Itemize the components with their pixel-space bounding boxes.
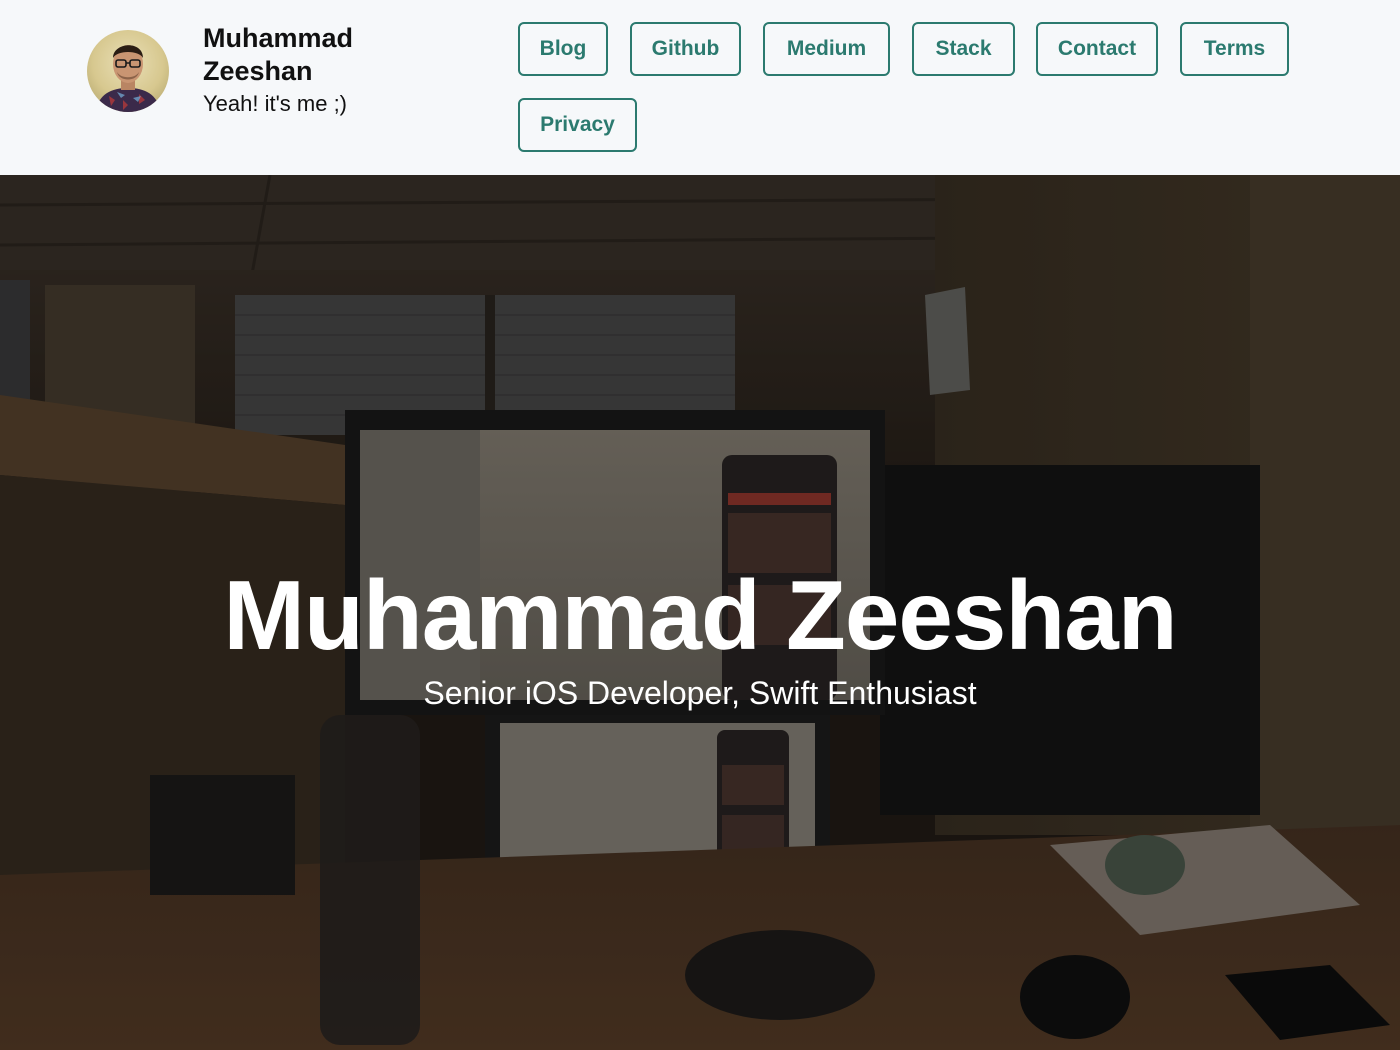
nav-privacy-button[interactable]: Privacy [518,98,637,152]
hero-subtitle: Senior iOS Developer, Swift Enthusiast [423,675,977,711]
brand: Muhammad Zeeshan Yeah! it's me ;) [87,23,487,150]
site-tagline: Yeah! it's me ;) [203,91,348,116]
avatar-photo-icon [95,45,161,112]
hero-section: Muhammad Zeeshan Senior iOS Developer, S… [0,175,1400,1050]
site-owner-name: Muhammad Zeeshan [203,23,354,86]
nav-contact-button[interactable]: Contact [1036,22,1158,76]
nav-medium-button[interactable]: Medium [763,22,890,76]
nav-github-button[interactable]: Github [630,22,741,76]
nav-terms-button[interactable]: Terms [1180,22,1289,76]
nav-stack-button[interactable]: Stack [912,22,1015,76]
avatar [87,30,169,112]
site-header: Muhammad Zeeshan Yeah! it's me ;) Blog G… [0,0,1400,175]
nav-blog-button[interactable]: Blog [518,22,608,76]
hero-title: Muhammad Zeeshan [223,560,1177,670]
